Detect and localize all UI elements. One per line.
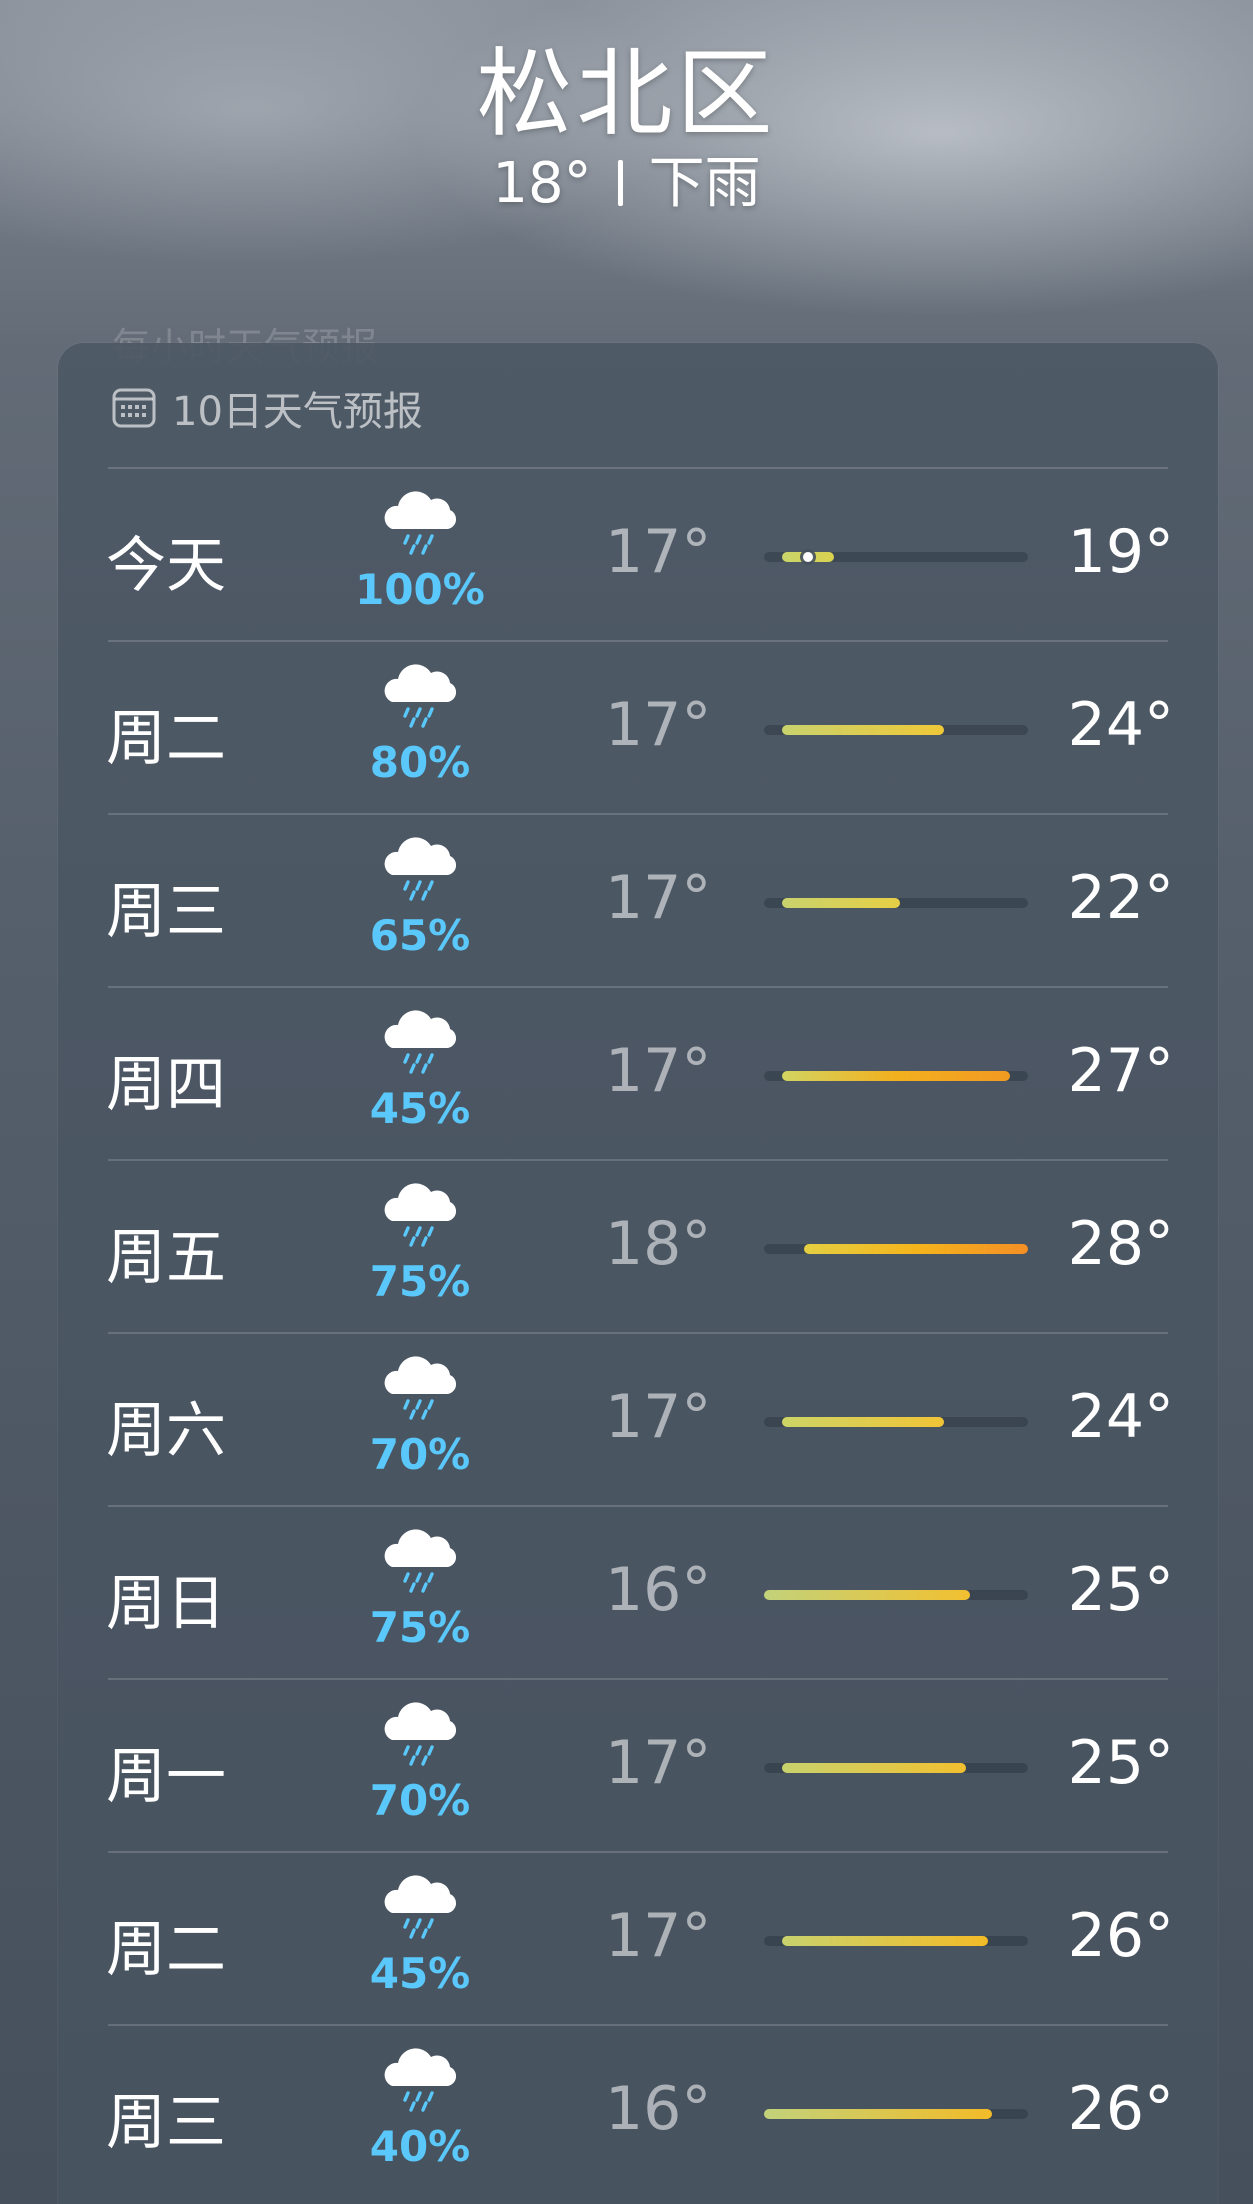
temperature-range-fill bbox=[764, 1590, 970, 1600]
day-label: 周三 bbox=[106, 877, 226, 947]
temperature-range-fill bbox=[764, 2109, 992, 2119]
low-temperature: 17° bbox=[605, 1382, 712, 1452]
rain-cloud-icon bbox=[384, 2048, 457, 2112]
temperature-range-bar bbox=[764, 1590, 1028, 1600]
forecast-row[interactable]: 今天 100% 17° 19° bbox=[58, 467, 1218, 640]
low-temperature: 17° bbox=[605, 690, 712, 760]
precipitation-chance: 65% bbox=[369, 911, 471, 960]
precipitation-chance: 75% bbox=[369, 1257, 471, 1306]
high-temperature: 25° bbox=[1067, 1728, 1174, 1798]
temperature-range-fill bbox=[782, 725, 944, 735]
day-label: 周日 bbox=[106, 1569, 226, 1639]
temperature-range-fill bbox=[782, 1417, 944, 1427]
low-temperature: 18° bbox=[605, 1209, 712, 1279]
forecast-row[interactable]: 周三 65% 17° 22° bbox=[58, 813, 1218, 986]
current-conditions: 18° 下雨 bbox=[0, 138, 1253, 219]
rain-cloud-icon bbox=[384, 1183, 457, 1247]
low-temperature: 16° bbox=[605, 1555, 712, 1625]
forecast-list: 今天 100% 17° 19° 周二 80% 17° 24° 周三 65% 17° 22° 周四 45% 1… bbox=[58, 467, 1218, 2197]
temperature-range-bar bbox=[764, 1244, 1028, 1254]
temperature-range-fill bbox=[804, 1244, 1028, 1254]
current-condition: 下雨 bbox=[648, 151, 761, 216]
forecast-row[interactable]: 周三 40% 16° 26° bbox=[58, 2024, 1218, 2197]
temperature-range-bar bbox=[764, 2109, 1028, 2119]
temperature-range-bar bbox=[764, 898, 1028, 908]
high-temperature: 26° bbox=[1067, 1901, 1174, 1971]
high-temperature: 24° bbox=[1067, 1382, 1174, 1452]
precipitation-chance: 70% bbox=[369, 1430, 471, 1479]
low-temperature: 17° bbox=[605, 1728, 712, 1798]
temperature-range-fill bbox=[782, 1763, 966, 1773]
low-temperature: 17° bbox=[605, 1901, 712, 1971]
forecast-row[interactable]: 周一 70% 17° 25° bbox=[58, 1678, 1218, 1851]
current-temperature: 18° bbox=[492, 151, 592, 216]
precipitation-chance: 70% bbox=[369, 1776, 471, 1825]
city-name: 松北区 bbox=[476, 38, 777, 150]
forecast-row[interactable]: 周四 45% 17° 27° bbox=[58, 986, 1218, 1159]
day-label: 周五 bbox=[106, 1223, 226, 1293]
separator bbox=[617, 160, 623, 206]
rain-cloud-icon bbox=[384, 1702, 457, 1766]
rain-cloud-icon bbox=[384, 1356, 457, 1420]
temperature-range-bar bbox=[764, 1071, 1028, 1081]
temperature-range-bar bbox=[764, 1763, 1028, 1773]
high-temperature: 19° bbox=[1067, 517, 1174, 587]
rain-cloud-icon bbox=[384, 1529, 457, 1593]
high-temperature: 26° bbox=[1067, 2074, 1174, 2144]
temperature-range-bar bbox=[764, 1936, 1028, 1946]
rain-cloud-icon bbox=[384, 664, 457, 728]
temperature-range-bar bbox=[764, 552, 1028, 562]
rain-cloud-icon bbox=[384, 1010, 457, 1074]
high-temperature: 24° bbox=[1067, 690, 1174, 760]
day-label: 周一 bbox=[106, 1742, 226, 1812]
day-label: 周三 bbox=[106, 2088, 226, 2158]
day-label: 周六 bbox=[106, 1396, 226, 1466]
temperature-range-fill bbox=[782, 1071, 1010, 1081]
precipitation-chance: 45% bbox=[369, 1084, 471, 1133]
day-label: 今天 bbox=[106, 531, 226, 601]
ten-day-forecast-card[interactable]: 10日天气预报 今天 100% 17° 19° 周二 80% 17° 24° 周三 65% 17° 2… bbox=[58, 343, 1218, 2204]
low-temperature: 17° bbox=[605, 1036, 712, 1106]
low-temperature: 17° bbox=[605, 863, 712, 933]
current-temperature-dot bbox=[803, 552, 813, 562]
day-label: 周二 bbox=[106, 704, 226, 774]
forecast-row[interactable]: 周六 70% 17° 24° bbox=[58, 1332, 1218, 1505]
temperature-range-bar bbox=[764, 725, 1028, 735]
rain-cloud-icon bbox=[384, 491, 457, 555]
calendar-icon bbox=[112, 388, 156, 428]
precipitation-chance: 40% bbox=[369, 2122, 471, 2171]
low-temperature: 16° bbox=[605, 2074, 712, 2144]
forecast-header: 10日天气预报 bbox=[112, 383, 423, 435]
temperature-range-fill bbox=[782, 898, 900, 908]
forecast-row[interactable]: 周五 75% 18° 28° bbox=[58, 1159, 1218, 1332]
precipitation-chance: 80% bbox=[369, 738, 471, 787]
high-temperature: 28° bbox=[1067, 1209, 1174, 1279]
precipitation-chance: 45% bbox=[369, 1949, 471, 1998]
low-temperature: 17° bbox=[605, 517, 712, 587]
rain-cloud-icon bbox=[384, 1875, 457, 1939]
rain-cloud-icon bbox=[384, 837, 457, 901]
forecast-title: 10日天气预报 bbox=[172, 389, 423, 435]
high-temperature: 25° bbox=[1067, 1555, 1174, 1625]
forecast-row[interactable]: 周日 75% 16° 25° bbox=[58, 1505, 1218, 1678]
precipitation-chance: 75% bbox=[369, 1603, 471, 1652]
precipitation-chance: 100% bbox=[355, 565, 485, 614]
day-label: 周二 bbox=[106, 1915, 226, 1985]
forecast-row[interactable]: 周二 80% 17° 24° bbox=[58, 640, 1218, 813]
temperature-range-bar bbox=[764, 1417, 1028, 1427]
high-temperature: 27° bbox=[1067, 1036, 1174, 1106]
day-label: 周四 bbox=[106, 1050, 226, 1120]
temperature-range-fill bbox=[782, 1936, 988, 1946]
high-temperature: 22° bbox=[1067, 863, 1174, 933]
forecast-row[interactable]: 周二 45% 17° 26° bbox=[58, 1851, 1218, 2024]
